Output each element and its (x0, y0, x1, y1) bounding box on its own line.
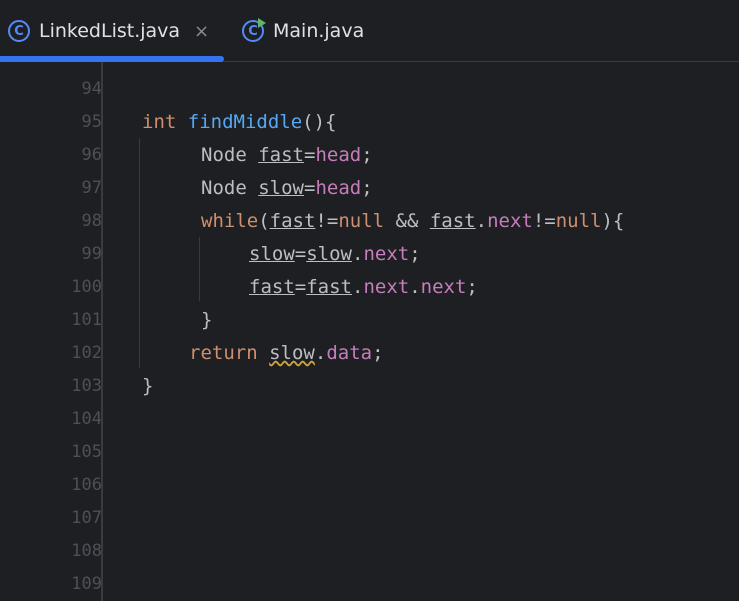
punctuation: ; (361, 177, 373, 199)
code-line-103[interactable]: } (142, 370, 153, 403)
field: next (420, 276, 467, 298)
code-line-102[interactable]: return slow.data; (189, 337, 384, 370)
punctuation: } (201, 309, 213, 331)
code-line-100[interactable]: fast=fast.next.next; (249, 271, 478, 304)
indent-guide (199, 237, 200, 301)
code-line-97[interactable]: Node slow=head; (201, 172, 373, 205)
tab-label: LinkedList.java (39, 20, 181, 42)
class-icon: C (8, 20, 30, 42)
close-icon[interactable]: × (194, 21, 209, 42)
method-name: findMiddle (187, 111, 303, 133)
variable: fast (429, 210, 476, 232)
keyword: null (555, 210, 602, 232)
punctuation: . (314, 342, 327, 364)
variable: slow (306, 243, 352, 265)
punctuation: . (475, 210, 488, 232)
operator: = (303, 177, 316, 199)
tab-label: Main.java (273, 20, 365, 42)
operator: && (384, 210, 430, 232)
variable-warning: slow (269, 342, 315, 364)
keyword: int (142, 111, 177, 133)
keyword: null (338, 210, 385, 232)
punctuation: ; (372, 342, 384, 364)
punctuation: (){ (302, 111, 337, 133)
field: next (487, 210, 533, 232)
icon-glyph: C (248, 23, 258, 39)
punctuation: ){ (601, 210, 625, 232)
code-line-101[interactable]: } (201, 304, 212, 337)
variable: fast (306, 276, 352, 298)
field: data (326, 342, 373, 364)
editor-tab-bar: C LinkedList.java × C Main.java (0, 0, 739, 62)
variable: fast (258, 144, 304, 166)
field: head (315, 144, 362, 166)
punctuation: ; (466, 276, 478, 298)
punctuation: . (409, 276, 421, 298)
code-area[interactable]: int findMiddle(){ Node fast=head; Node s… (0, 62, 739, 601)
type-name: Node (201, 144, 247, 166)
field: next (363, 276, 410, 298)
variable: slow (249, 243, 295, 265)
code-editor[interactable]: 94 95 96 97 98 99 100 101 102 103 104 105 106 107 108 1… (0, 62, 739, 601)
operator: != (315, 210, 339, 232)
main-class-icon: C (242, 18, 266, 42)
variable: slow (258, 177, 304, 199)
operator: = (303, 144, 316, 166)
operator: = (294, 243, 307, 265)
variable: fast (249, 276, 295, 298)
punctuation: } (142, 375, 154, 397)
punctuation: ; (409, 243, 421, 265)
tab-linkedlist-java[interactable]: C LinkedList.java × (8, 0, 224, 62)
punctuation: ( (258, 210, 270, 232)
punctuation: ; (361, 144, 373, 166)
code-line-96[interactable]: Node fast=head; (201, 139, 373, 172)
tab-main-java[interactable]: C Main.java (242, 0, 382, 62)
code-line-98[interactable]: while(fast!=null && fast.next!=null){ (201, 205, 624, 238)
keyword: while (201, 210, 259, 232)
punctuation: . (351, 276, 364, 298)
variable: fast (269, 210, 316, 232)
code-line-99[interactable]: slow=slow.next; (249, 238, 421, 271)
operator: != (532, 210, 556, 232)
field: next (363, 243, 410, 265)
code-line-95[interactable]: int findMiddle(){ (142, 106, 337, 139)
keyword: return (189, 342, 258, 364)
punctuation: . (351, 243, 364, 265)
run-marker-icon (258, 18, 266, 28)
indent-guide (139, 138, 140, 368)
field: head (315, 177, 362, 199)
operator: = (294, 276, 307, 298)
type-name: Node (201, 177, 247, 199)
